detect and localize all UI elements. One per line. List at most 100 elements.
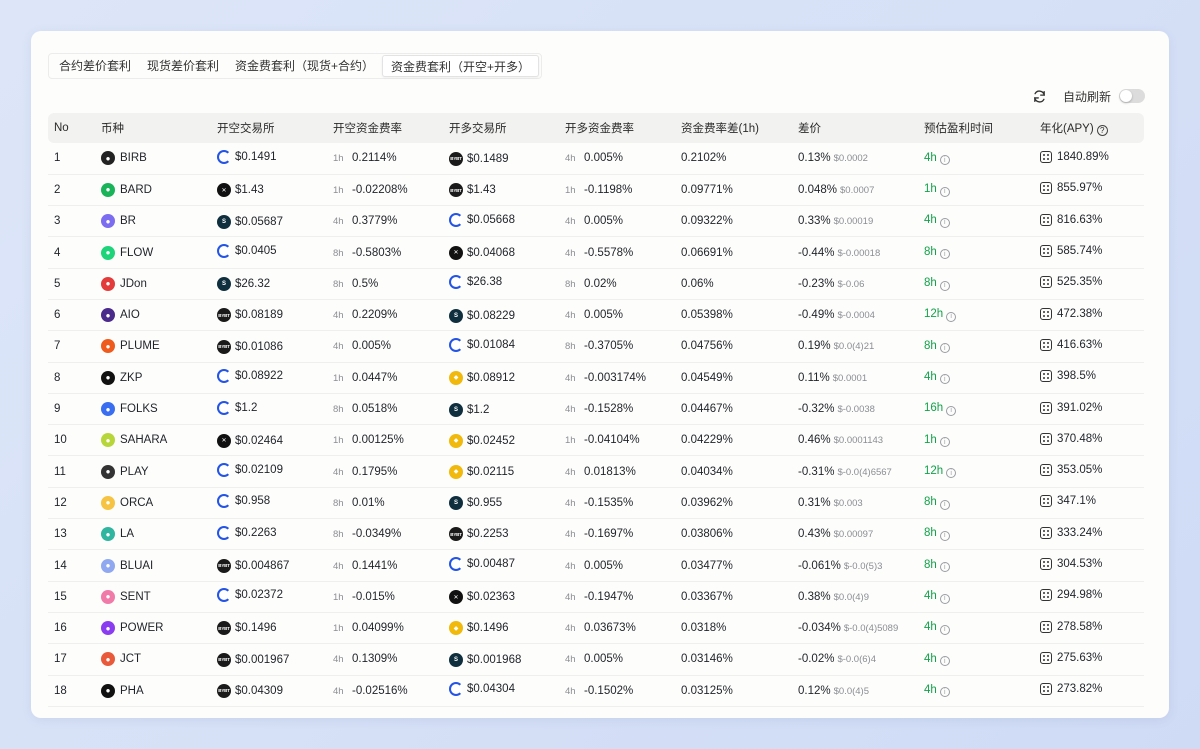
info-icon[interactable]: i <box>939 280 950 291</box>
calculator-icon[interactable] <box>1040 620 1052 633</box>
info-icon[interactable]: i <box>946 311 957 322</box>
info-icon[interactable]: i <box>939 217 950 228</box>
short-exchange[interactable]: $0.0405 <box>217 244 277 259</box>
coin-cell[interactable]: ● SAHARA <box>101 433 167 448</box>
apy-cell[interactable]: 294.98% <box>1040 589 1102 602</box>
short-exchange[interactable]: BYBT $0.004867 <box>217 558 289 573</box>
coin-cell[interactable]: ● PLAY <box>101 464 149 479</box>
auto-refresh-toggle[interactable] <box>1119 89 1145 103</box>
coin-cell[interactable]: ● POWER <box>101 621 163 636</box>
info-icon[interactable]: i <box>946 405 957 416</box>
apy-cell[interactable]: 472.38% <box>1040 307 1102 320</box>
info-icon[interactable]: i <box>939 624 950 635</box>
info-icon[interactable]: i <box>939 343 950 354</box>
apy-cell[interactable]: 855.97% <box>1040 182 1102 195</box>
long-exchange[interactable]: $0.04304 <box>449 682 515 697</box>
coin-cell[interactable]: ● AIO <box>101 308 140 323</box>
long-exchange[interactable]: S $1.2 <box>449 402 489 417</box>
short-exchange[interactable]: ✕ $1.43 <box>217 183 264 198</box>
long-exchange[interactable]: $26.38 <box>449 275 502 290</box>
table-row[interactable]: 6 ● AIO BYBT $0.08189 4h 0.2209% S $0.08229 4h 0.0… <box>48 299 1144 332</box>
calculator-icon[interactable] <box>1040 150 1052 163</box>
long-exchange[interactable]: ◆ $0.02452 <box>449 433 515 448</box>
coin-cell[interactable]: ● BLUAI <box>101 558 153 573</box>
table-row[interactable]: 17 ● JCT BYBT $0.001967 4h 0.1309% S $0.001968 4h… <box>48 643 1144 676</box>
long-exchange[interactable]: ✕ $0.04068 <box>449 245 515 260</box>
table-row[interactable]: 18 ● PHA BYBT $0.04309 4h -0.02516% $0.04304 4h -… <box>48 675 1144 707</box>
long-exchange[interactable]: S $0.955 <box>449 496 502 511</box>
table-row[interactable]: 8 ● ZKP $0.08922 1h 0.0447% ◆ $0.08912 4h -0.0031… <box>48 362 1144 394</box>
apy-cell[interactable]: 391.02% <box>1040 401 1102 414</box>
long-exchange[interactable]: ◆ $0.08912 <box>449 370 515 385</box>
apy-cell[interactable]: 816.63% <box>1040 213 1102 226</box>
calculator-icon[interactable] <box>1040 464 1052 477</box>
table-row[interactable]: 2 ● BARD ✕ $1.43 1h -0.02208% BYBT $1.43 1h -0.119… <box>48 174 1144 207</box>
coin-cell[interactable]: ● PLUME <box>101 339 160 354</box>
calculator-icon[interactable] <box>1040 526 1052 539</box>
calculator-icon[interactable] <box>1040 683 1052 696</box>
coin-cell[interactable]: ● BR <box>101 214 136 229</box>
apy-cell[interactable]: 370.48% <box>1040 432 1102 445</box>
calculator-icon[interactable] <box>1040 245 1052 258</box>
apy-cell[interactable]: 1840.89% <box>1040 150 1109 163</box>
info-icon[interactable]: i <box>939 562 950 573</box>
long-exchange[interactable]: BYBT $0.2253 <box>449 527 509 542</box>
table-row[interactable]: 7 ● PLUME BYBT $0.01086 4h 0.005% $0.01084 8h -0.… <box>48 330 1144 363</box>
short-exchange[interactable]: $0.1491 <box>217 149 277 164</box>
apy-cell[interactable]: 525.35% <box>1040 276 1102 289</box>
calculator-icon[interactable] <box>1040 182 1052 195</box>
apy-cell[interactable]: 585.74% <box>1040 245 1102 258</box>
short-exchange[interactable]: $0.02372 <box>217 588 283 603</box>
apy-cell[interactable]: 353.05% <box>1040 464 1102 477</box>
info-icon[interactable]: i <box>939 155 950 166</box>
coin-cell[interactable]: ● BIRB <box>101 151 147 166</box>
short-exchange[interactable]: $0.02109 <box>217 463 283 478</box>
short-exchange[interactable]: ✕ $0.02464 <box>217 433 283 448</box>
long-exchange[interactable]: S $0.08229 <box>449 308 515 323</box>
info-icon[interactable]: i <box>946 468 957 479</box>
long-exchange[interactable]: BYBT $0.1489 <box>449 151 509 166</box>
table-row[interactable]: 4 ● FLOW $0.0405 8h -0.5803% ✕ $0.04068 4h -0.557… <box>48 236 1144 269</box>
calculator-icon[interactable] <box>1040 213 1052 226</box>
apy-cell[interactable]: 278.58% <box>1040 620 1102 633</box>
short-exchange[interactable]: BYBT $0.04309 <box>217 683 283 698</box>
info-icon[interactable]: i <box>939 186 950 197</box>
info-icon[interactable]: i <box>939 530 950 541</box>
table-row[interactable]: 15 ● SENT $0.02372 1h -0.015% ✕ $0.02363 4h -0.19… <box>48 581 1144 613</box>
calculator-icon[interactable] <box>1040 338 1052 351</box>
tab-spot-spread[interactable]: 现货差价套利 <box>139 55 227 77</box>
refresh-icon[interactable] <box>1031 87 1049 105</box>
tab-funding-short-long[interactable]: 资金费套利（开空+开多） <box>382 55 540 77</box>
apy-cell[interactable]: 273.82% <box>1040 683 1102 696</box>
table-row[interactable]: 5 ● JDon S $26.32 8h 0.5% $26.38 8h 0.02% 0.06% -0.… <box>48 268 1144 300</box>
table-row[interactable]: 11 ● PLAY $0.02109 4h 0.1795% ◆ $0.02115 4h 0.018… <box>48 455 1144 488</box>
calculator-icon[interactable] <box>1040 370 1052 383</box>
coin-cell[interactable]: ● FOLKS <box>101 402 158 417</box>
table-row[interactable]: 1 ● BIRB $0.1491 1h 0.2114% BYBT $0.1489 4h 0.005… <box>48 143 1144 175</box>
table-row[interactable]: 12 ● ORCA $0.958 8h 0.01% S $0.955 4h -0.1535% 0.0… <box>48 487 1144 520</box>
help-icon[interactable]: ? <box>1096 125 1108 136</box>
apy-cell[interactable]: 347.1% <box>1040 495 1096 508</box>
table-row[interactable]: 10 ● SAHARA ✕ $0.02464 1h 0.00125% ◆ $0.02452 1h -… <box>48 424 1144 457</box>
table-row[interactable]: 14 ● BLUAI BYBT $0.004867 4h 0.1441% $0.00487 4h… <box>48 549 1144 582</box>
long-exchange[interactable]: ✕ $0.02363 <box>449 590 515 605</box>
tab-contract-spread[interactable]: 合约差价套利 <box>51 55 139 77</box>
long-exchange[interactable]: BYBT $1.43 <box>449 183 496 198</box>
calculator-icon[interactable] <box>1040 276 1052 289</box>
short-exchange[interactable]: $0.08922 <box>217 369 283 384</box>
calculator-icon[interactable] <box>1040 558 1052 570</box>
apy-cell[interactable]: 416.63% <box>1040 338 1102 351</box>
short-exchange[interactable]: BYBT $0.08189 <box>217 308 283 323</box>
info-icon[interactable]: i <box>939 499 950 510</box>
tab-funding-spot-contract[interactable]: 资金费套利（现货+合约） <box>227 55 382 77</box>
calculator-icon[interactable] <box>1040 307 1052 320</box>
info-icon[interactable]: i <box>939 249 950 260</box>
long-exchange[interactable]: $0.01084 <box>449 337 515 352</box>
coin-cell[interactable]: ● BARD <box>101 182 152 197</box>
short-exchange[interactable]: BYBT $0.01086 <box>217 339 283 354</box>
table-row[interactable]: 9 ● FOLKS $1.2 8h 0.0518% S $1.2 4h -0.1528% 0.044… <box>48 393 1144 426</box>
info-icon[interactable]: i <box>939 374 950 385</box>
long-exchange[interactable]: S $0.001968 <box>449 652 521 667</box>
coin-cell[interactable]: ● ZKP <box>101 370 142 385</box>
calculator-icon[interactable] <box>1040 432 1052 445</box>
